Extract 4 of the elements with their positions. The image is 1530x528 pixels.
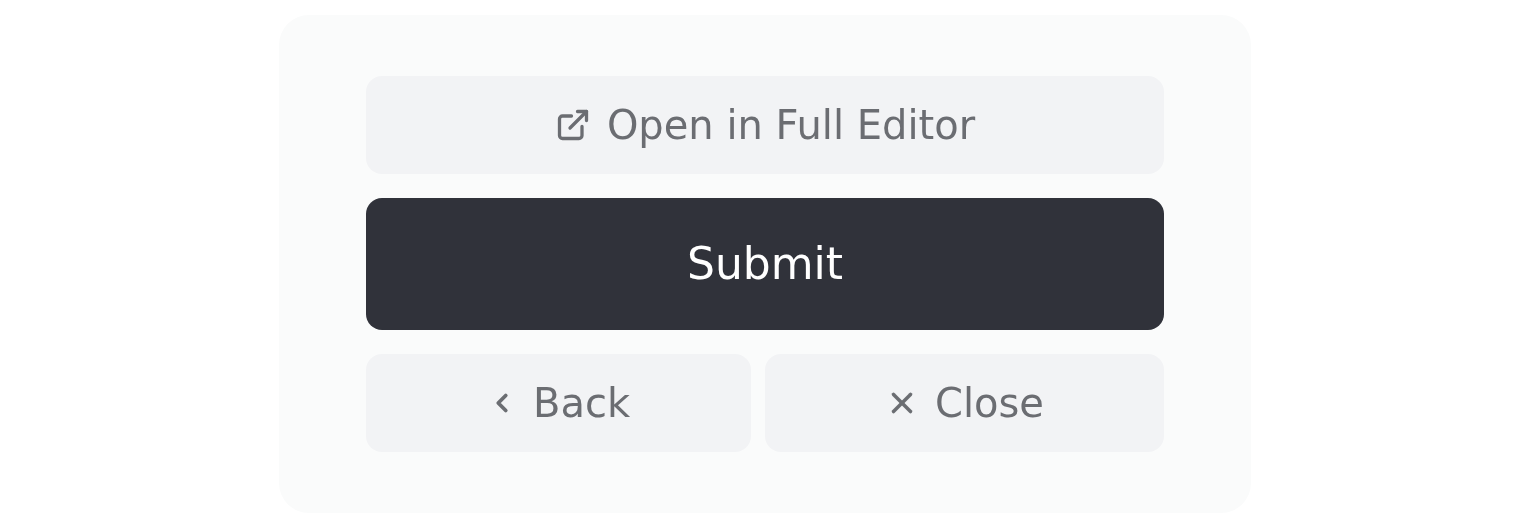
submit-button[interactable]: Submit <box>366 198 1164 330</box>
back-button[interactable]: Back <box>366 354 751 452</box>
open-editor-button[interactable]: Open in Full Editor <box>366 76 1164 174</box>
close-button[interactable]: Close <box>765 354 1164 452</box>
